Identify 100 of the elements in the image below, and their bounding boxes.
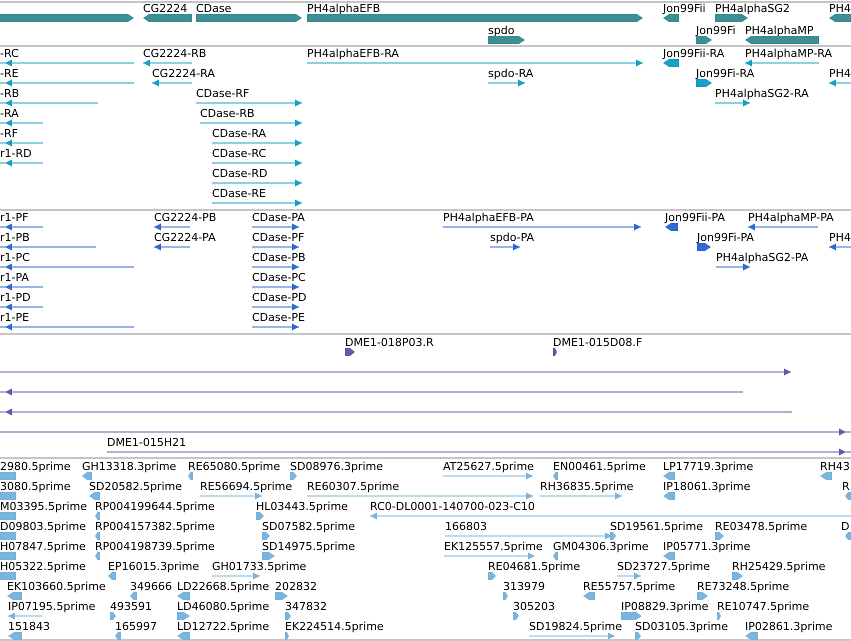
- feature-label: RE55757.5prime: [583, 580, 676, 593]
- feature-label: CDase: [196, 2, 232, 15]
- feature-label: RE60307.5prime: [307, 480, 400, 493]
- feature-label: CG2224: [143, 2, 188, 15]
- feature-label: PH4alphaMP-RA: [745, 47, 832, 60]
- feature-label: RP004199644.5prime: [95, 500, 215, 513]
- feature-label: GH01733.5prime: [212, 560, 306, 573]
- feature-label: SD03105.3prime: [635, 620, 728, 633]
- feature-label: EK103660.5prime: [7, 580, 106, 593]
- feature-label: CDase-PC: [252, 271, 306, 284]
- feature-label: -RE: [0, 67, 19, 80]
- feature-label: DME1-015D08.F: [553, 336, 642, 349]
- feature-label: 166803: [445, 520, 487, 533]
- feature-label: CDase-PF: [252, 231, 304, 244]
- feature-label: 305203: [513, 600, 555, 613]
- feature-label: CDase-RB: [200, 107, 255, 120]
- feature-label: SD08976.3prime: [290, 460, 383, 473]
- feature-label: spdo-RA: [488, 67, 534, 80]
- feature-label: D: [841, 520, 850, 533]
- feature-label: SD07582.5prime: [262, 520, 355, 533]
- feature-label: CDase-PD: [252, 291, 306, 304]
- feature-label: -RA: [0, 107, 19, 120]
- feature-label: CDase-RD: [212, 167, 268, 180]
- feature-label: IP05771.3prime: [663, 540, 750, 553]
- feature-label: r1-RD: [0, 147, 32, 160]
- feature-label: AT25627.5prime: [443, 460, 534, 473]
- feature-label: SD14975.5prime: [262, 540, 355, 553]
- feature-label: PH4alphaSG2: [715, 2, 790, 15]
- feature-label: PH4alphaEFB-RA: [307, 47, 399, 60]
- feature-label: DME1-018P03.R: [345, 336, 434, 349]
- feature-label: LD12722.5prime: [177, 620, 270, 633]
- feature-label: D09803.5prime: [0, 520, 86, 533]
- feature-label: CDase-PA: [252, 211, 305, 224]
- feature-label: IP02861.3prime: [745, 620, 832, 633]
- feature-label: EK125557.5prime: [444, 540, 543, 553]
- feature-label: Jon99Fi: [696, 24, 736, 37]
- feature-label: SD23727.5prime: [617, 560, 710, 573]
- feature-label: PH4alphaMP: [745, 24, 814, 37]
- feature-label: Jon99Fii-RA: [663, 47, 724, 60]
- feature-label: R: [842, 480, 850, 493]
- feature-label: spdo-PA: [490, 231, 534, 244]
- feature-label: H05322.5prime: [0, 560, 86, 573]
- feature-label: 349666: [130, 580, 172, 593]
- feature-label: CG2224-RB: [143, 47, 206, 60]
- feature-label: IP07195.5prime: [8, 600, 96, 613]
- feature-label: PH4alphaEFB-PA: [443, 211, 534, 224]
- feature-label: LD46080.5prime: [177, 600, 270, 613]
- feature-label: RE73248.5prime: [697, 580, 790, 593]
- feature-label: 202832: [275, 580, 317, 593]
- feature-label: LP17719.3prime: [663, 460, 754, 473]
- feature-label: RP004198739.5prime: [95, 540, 215, 553]
- feature-label: PH4alphaMP-PA: [748, 211, 834, 224]
- feature-label: EP16015.3prime: [108, 560, 200, 573]
- feature-label: 3080.5prime: [0, 480, 71, 493]
- feature-label: CDase-RF: [196, 87, 250, 100]
- feature-label: DME1-015H21: [107, 436, 186, 449]
- feature-label: SD20582.5prime: [89, 480, 182, 493]
- feature-label: PH4alphaEFB: [307, 2, 380, 15]
- feature-label: Jon99Fi-RA: [696, 67, 754, 80]
- feature-label: 151843: [8, 620, 50, 633]
- feature-label: CG2224-PB: [154, 211, 216, 224]
- feature-label: PH4: [829, 231, 851, 244]
- feature-label: CG2224-PA: [154, 231, 216, 244]
- feature-label: RE10747.5prime: [717, 600, 810, 613]
- feature-label: -RC: [0, 47, 19, 60]
- feature-label: PH4: [829, 2, 851, 15]
- feature-label: RE04681.5prime: [488, 560, 580, 573]
- feature-label: HL03443.5prime: [256, 500, 348, 513]
- feature-label: Jon99Fii: [663, 2, 706, 15]
- feature-label: PH4alphaSG2-RA: [715, 87, 809, 100]
- feature-label: IP08829.3prime: [621, 600, 708, 613]
- feature-label: CDase-RE: [212, 187, 266, 200]
- feature-label: RC0-DL0001-140700-023-C10: [370, 500, 535, 513]
- feature-label: GH13318.3prime: [82, 460, 176, 473]
- feature-label: RH43: [820, 460, 850, 473]
- feature-label: RH25429.5prime: [732, 560, 826, 573]
- feature-label: M03395.5prime: [0, 500, 88, 513]
- feature-label: EK224514.5prime: [285, 620, 384, 633]
- feature-label: SD19561.5prime: [610, 520, 703, 533]
- feature-label: spdo: [488, 24, 514, 37]
- feature-label: RH36835.5prime: [540, 480, 634, 493]
- feature-label: Jon99Fii-PA: [665, 211, 726, 224]
- feature-label: CG2224-RA: [152, 67, 215, 80]
- feature-label: IP18061.3prime: [663, 480, 750, 493]
- feature-label: CDase-PE: [252, 311, 305, 324]
- feature-label: CDase-RA: [212, 127, 266, 140]
- feature-label: 347832: [285, 600, 327, 613]
- feature-label: RP004157382.5prime: [95, 520, 215, 533]
- feature-label: H07847.5prime: [0, 540, 86, 553]
- feature-label: LD22668.5prime: [177, 580, 270, 593]
- feature-label: CDase-PB: [252, 251, 306, 264]
- feature-label: Jon99Fi-PA: [697, 231, 754, 244]
- feature-label: r1-PD: [0, 291, 31, 304]
- feature-label: 2980.5prime: [0, 460, 71, 473]
- feature-label: r1-PB: [0, 231, 30, 244]
- feature-label: CDase-RC: [212, 147, 266, 160]
- feature-label: GM04306.3prime: [553, 540, 649, 553]
- feature-label: RE56694.5prime: [200, 480, 292, 493]
- feature-label: r1-PE: [0, 311, 30, 324]
- feature-label: r1-PC: [0, 251, 30, 264]
